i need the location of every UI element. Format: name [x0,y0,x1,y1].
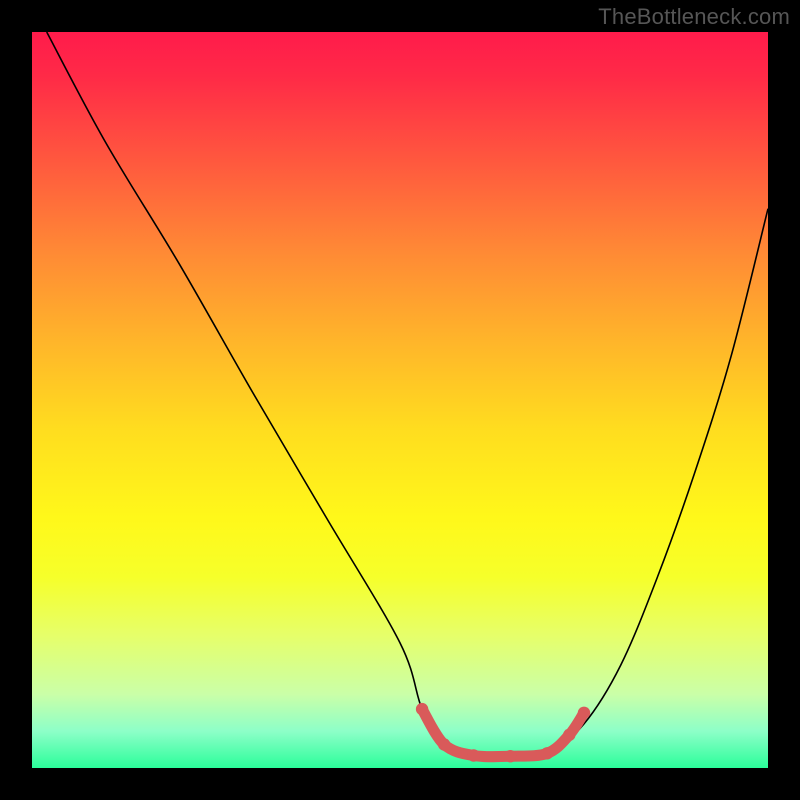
chart-svg [32,32,768,768]
highlight-dot [438,738,450,750]
bottleneck-curve [47,32,768,758]
chart-frame: TheBottleneck.com [0,0,800,800]
highlight-dot [578,707,590,719]
highlight-dot [467,749,479,761]
attribution-text: TheBottleneck.com [598,4,790,30]
plot-area [32,32,768,768]
highlight-dot [416,703,428,715]
highlight-dot [504,750,516,762]
highlight-dot [541,747,553,759]
highlight-dot [563,729,575,741]
